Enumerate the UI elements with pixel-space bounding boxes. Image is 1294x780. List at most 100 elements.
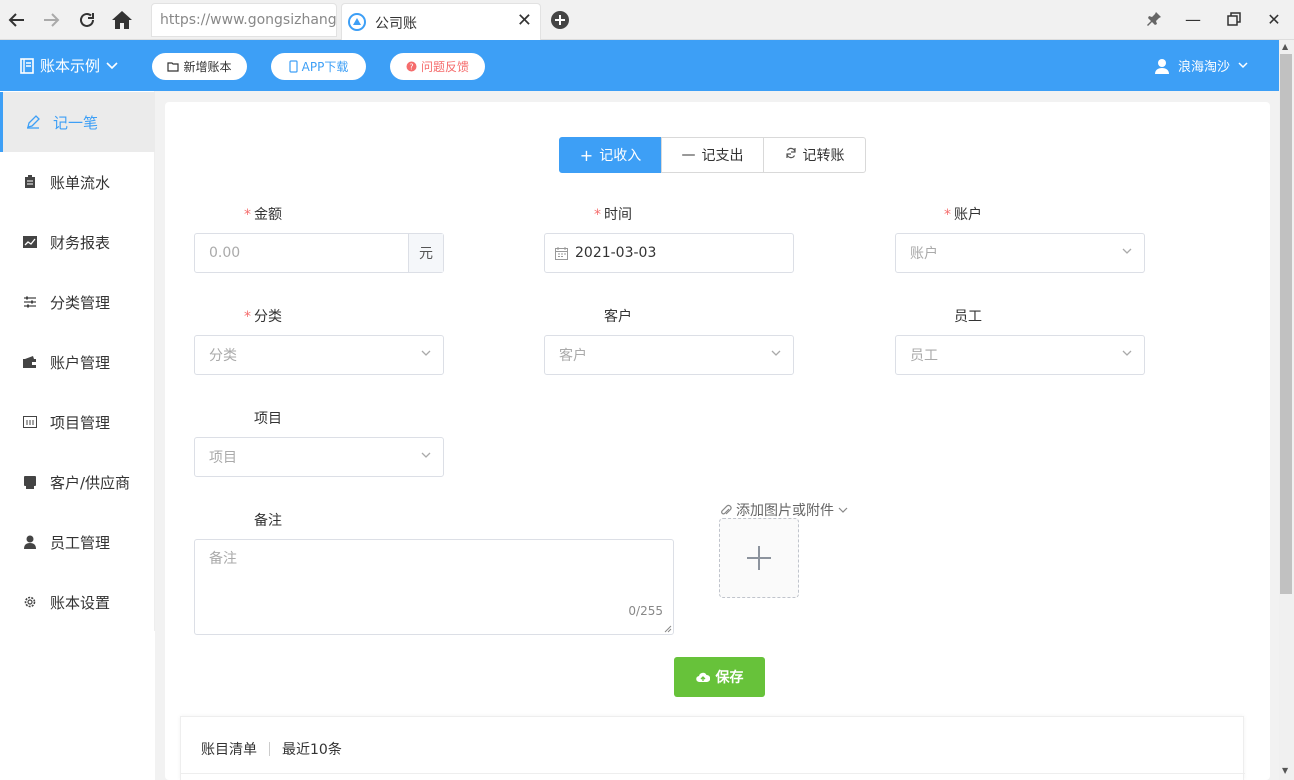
- tab-expense[interactable]: — 记支出: [661, 137, 764, 173]
- new-book-button[interactable]: 新增账本: [152, 53, 247, 80]
- sidebar-item-label: 账本设置: [50, 592, 110, 613]
- gear-icon: [22, 595, 38, 609]
- remark-label: 备注: [254, 510, 282, 530]
- app-download-label: APP下载: [302, 58, 349, 75]
- forward-icon[interactable]: [39, 8, 63, 32]
- sidebar-item-accounts[interactable]: 账户管理: [0, 332, 155, 392]
- new-book-label: 新增账本: [183, 58, 231, 75]
- scroll-down-icon[interactable]: ▼: [1282, 766, 1288, 775]
- sidebar-item-bills[interactable]: 账单流水: [0, 152, 155, 212]
- employee-label: 员工: [954, 306, 982, 326]
- save-button[interactable]: 保存: [674, 657, 765, 697]
- browser-toolbar: https://www.gongsizhang.c 公司账 ✕ — ✕: [0, 0, 1294, 40]
- divider: [181, 773, 1245, 774]
- chevron-down-icon: [838, 507, 848, 514]
- scrollbar-thumb[interactable]: [1280, 54, 1292, 594]
- pencil-icon: [25, 115, 41, 129]
- scroll-up-icon[interactable]: ▲: [1282, 42, 1288, 51]
- project-select[interactable]: 项目: [194, 437, 444, 477]
- sidebar-item-categories[interactable]: 分类管理: [0, 272, 155, 332]
- list-subtitle: 最近10条: [282, 739, 342, 759]
- svg-text:?: ?: [409, 63, 413, 72]
- category-select[interactable]: 分类: [194, 335, 444, 375]
- employee-select[interactable]: 员工: [895, 335, 1145, 375]
- chart-icon: [22, 236, 38, 248]
- tab-income-label: 记收入: [599, 145, 641, 165]
- new-tab-icon[interactable]: [550, 10, 570, 34]
- category-label: *分类: [244, 306, 282, 326]
- close-window-icon[interactable]: ✕: [1263, 8, 1285, 30]
- chevron-down-icon: [771, 348, 781, 358]
- sidebar-item-record[interactable]: 记一笔: [0, 92, 155, 152]
- tab-expense-label: 记支出: [702, 145, 744, 165]
- sidebar-item-label: 账单流水: [50, 172, 110, 193]
- user-menu[interactable]: 浪海淘沙: [1154, 56, 1248, 75]
- app-download-button[interactable]: APP下载: [271, 53, 366, 80]
- date-picker[interactable]: 2021-03-03: [544, 233, 794, 273]
- plus-icon: [746, 545, 772, 571]
- chevron-down-icon: [106, 62, 118, 70]
- book-title: 账本示例: [40, 55, 100, 76]
- site-logo-icon: [348, 13, 366, 35]
- contact-icon: [22, 476, 38, 489]
- back-icon[interactable]: [5, 8, 29, 32]
- category-placeholder: 分类: [209, 345, 237, 365]
- tab-transfer[interactable]: 记转账: [763, 137, 866, 173]
- sidebar-item-customers[interactable]: 客户/供应商: [0, 452, 155, 512]
- home-icon[interactable]: [110, 8, 134, 32]
- clipboard-icon: [22, 175, 38, 189]
- sidebar-item-reports[interactable]: 财务报表: [0, 212, 155, 272]
- book-icon: [20, 58, 34, 74]
- chevron-down-icon: [1238, 62, 1248, 69]
- attachment-toggle[interactable]: 添加图片或附件: [720, 500, 848, 520]
- remark-textarea[interactable]: 备注 0/255: [194, 539, 674, 635]
- user-icon: [22, 535, 38, 549]
- remark-char-count: 0/255: [628, 604, 663, 618]
- book-switcher[interactable]: 账本示例: [20, 55, 118, 76]
- tab-transfer-label: 记转账: [803, 145, 845, 165]
- upload-box[interactable]: [719, 518, 799, 598]
- save-label: 保存: [716, 667, 744, 687]
- paperclip-icon: [720, 504, 732, 517]
- amount-unit: 元: [408, 234, 443, 272]
- sidebar-item-settings[interactable]: 账本设置: [0, 572, 155, 632]
- feedback-label: 问题反馈: [421, 58, 469, 75]
- browser-tab[interactable]: 公司账 ✕: [341, 3, 541, 40]
- recent-list-panel: 账目清单 最近10条: [180, 716, 1244, 780]
- address-bar[interactable]: https://www.gongsizhang.c: [151, 3, 337, 37]
- project-placeholder: 项目: [209, 447, 237, 467]
- sidebar-item-projects[interactable]: 项目管理: [0, 392, 155, 452]
- cloud-upload-icon: [696, 672, 710, 683]
- sidebar-item-employees[interactable]: 员工管理: [0, 512, 155, 572]
- sidebar-item-label: 项目管理: [50, 412, 110, 433]
- customer-placeholder: 客户: [559, 345, 587, 365]
- amount-input[interactable]: 0.00 元: [194, 233, 444, 273]
- tab-title: 公司账: [375, 13, 417, 33]
- user-avatar-icon: [1154, 58, 1170, 74]
- customer-select[interactable]: 客户: [544, 335, 794, 375]
- list-title: 账目清单: [201, 739, 257, 759]
- tab-income[interactable]: + 记收入: [559, 137, 662, 173]
- account-placeholder: 账户: [910, 243, 938, 263]
- divider: [269, 742, 270, 756]
- close-tab-icon[interactable]: ✕: [517, 10, 532, 31]
- app-header: 账本示例 新增账本 APP下载 ? 问题反馈 浪海淘沙: [0, 40, 1279, 91]
- chevron-down-icon: [1122, 348, 1132, 358]
- resize-handle-icon[interactable]: [664, 625, 672, 633]
- minimize-icon[interactable]: —: [1182, 8, 1204, 30]
- minus-icon: —: [682, 147, 696, 163]
- calendar-icon: [555, 247, 568, 260]
- pin-icon[interactable]: [1143, 8, 1165, 30]
- restore-icon[interactable]: [1223, 8, 1245, 30]
- refresh-icon: [785, 147, 797, 163]
- customer-label: 客户: [604, 306, 632, 326]
- feedback-button[interactable]: ? 问题反馈: [390, 53, 485, 80]
- wallet-icon: [22, 356, 38, 368]
- page-scrollbar[interactable]: ▲ ▼: [1279, 40, 1294, 780]
- account-select[interactable]: 账户: [895, 233, 1145, 273]
- sidebar-item-label: 财务报表: [50, 232, 110, 253]
- question-icon: ?: [406, 61, 417, 72]
- amount-label: *金额: [244, 204, 282, 224]
- reload-icon[interactable]: [75, 8, 99, 32]
- date-value: 2021-03-03: [575, 245, 656, 261]
